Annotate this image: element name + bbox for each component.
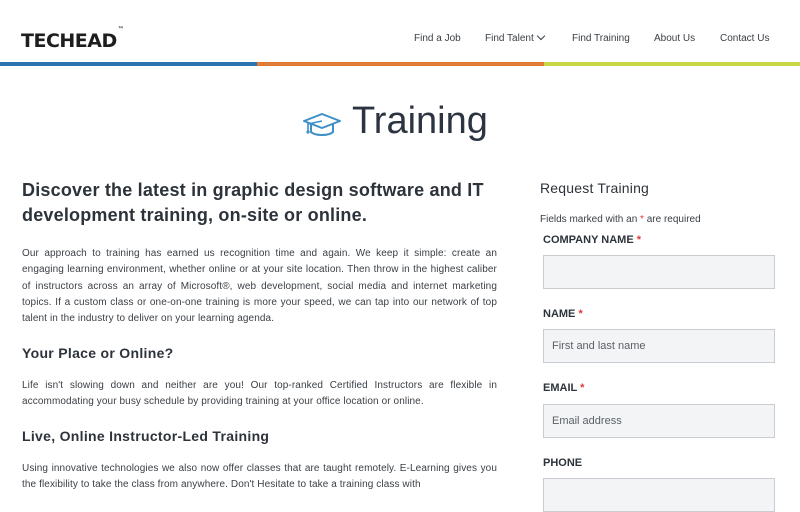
nav-find-a-job[interactable]: Find a Job (414, 33, 461, 44)
required-fields-note: Fields marked with an * are required (540, 214, 701, 225)
main-content: Discover the latest in graphic design so… (22, 178, 497, 490)
chevron-down-icon (536, 31, 545, 41)
page-title-text: Training (352, 100, 488, 142)
note-text: Fields marked with an (540, 214, 638, 225)
required-star: * (636, 234, 641, 246)
header-stripe-blue (0, 62, 257, 66)
intro-paragraph: Our approach to training has earned us r… (22, 248, 497, 325)
logo-text: TECHEAD (21, 30, 117, 52)
nav-contact-us[interactable]: Contact Us (720, 33, 769, 44)
required-star: * (578, 308, 583, 320)
email-label-text: EMAIL (543, 382, 578, 394)
note-text-end: are required (646, 214, 701, 225)
header-stripe-orange (257, 62, 544, 66)
nav-find-talent[interactable]: Find Talent (485, 31, 545, 44)
elearning-paragraph: Using innovative technologies we also no… (22, 463, 497, 491)
email-label: EMAIL * (543, 382, 584, 394)
required-star: * (640, 214, 644, 225)
nav-find-training[interactable]: Find Training (572, 33, 630, 44)
nav-find-talent-label: Find Talent (485, 33, 534, 44)
logo-trademark: ™ (117, 25, 124, 33)
form-title: Request Training (540, 180, 650, 196)
site-header: TECHEAD™ Find a Job Find Talent Find Tra… (0, 0, 800, 64)
lead-heading: Discover the latest in graphic design so… (22, 180, 484, 225)
company-name-label-text: COMPANY NAME (543, 234, 634, 246)
phone-label: PHONE (543, 457, 583, 469)
techead-logo[interactable]: TECHEAD™ (21, 26, 124, 52)
name-label: NAME * (543, 308, 583, 320)
name-label-text: NAME (543, 308, 576, 320)
name-field[interactable] (543, 329, 775, 363)
graduation-cap-icon (303, 113, 341, 136)
heading-live-online-training: Live, Online Instructor-Led Training (22, 428, 270, 444)
heading-your-place-or-online: Your Place or Online? (22, 345, 174, 361)
flexibility-paragraph: Life isn't slowing down and neither are … (22, 380, 497, 408)
required-star: * (580, 382, 585, 394)
header-stripe-green (544, 62, 800, 66)
company-name-field[interactable] (543, 255, 775, 289)
nav-about-us[interactable]: About Us (654, 33, 695, 44)
company-name-label: COMPANY NAME * (543, 234, 641, 246)
phone-field[interactable] (543, 478, 775, 512)
email-field[interactable] (543, 404, 775, 438)
